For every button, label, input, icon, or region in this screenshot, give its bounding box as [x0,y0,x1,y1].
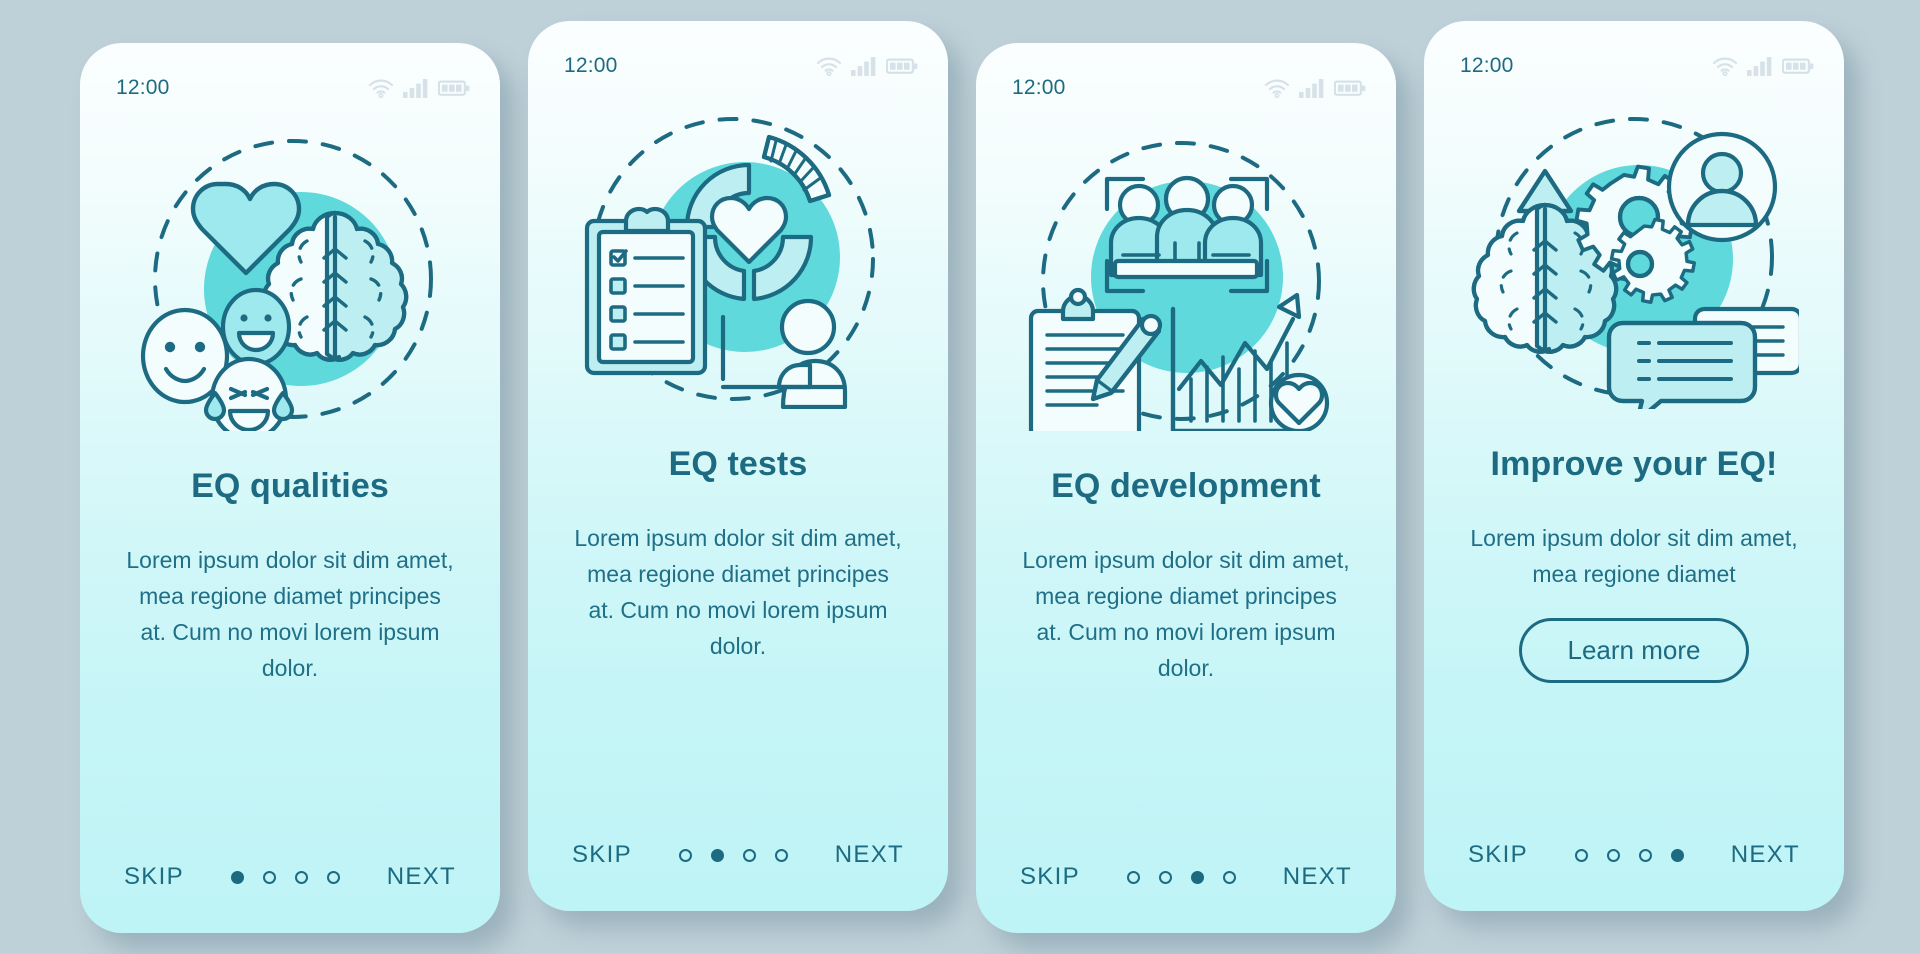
signal-icon [851,57,876,76]
screen-title: EQ development [1051,467,1321,505]
brain-gears-chat-icon [1471,117,1799,409]
illustration-area [976,111,1396,441]
status-icons [816,56,918,76]
screen-description: Lorem ipsum dolor sit dim amet, mea regi… [1022,547,1350,681]
bottom-navigation: SKIP NEXT [1424,799,1844,911]
status-time: 12:00 [1460,54,1514,77]
status-time: 12:00 [116,76,170,99]
pagination-dot-4[interactable] [774,848,788,862]
status-icons [1712,56,1814,76]
wifi-icon [1264,79,1290,98]
signal-icon [1747,57,1772,76]
illustration-area [528,89,948,419]
pagination-dots [1126,870,1236,884]
status-icons [1264,78,1366,98]
screen-content: EQ qualities Lorem ipsum dolor sit dim a… [80,441,500,821]
screen-description: Lorem ipsum dolor sit dim amet, mea regi… [574,525,902,659]
status-bar: 12:00 [528,21,948,85]
next-button[interactable]: NEXT [1283,863,1352,891]
next-button[interactable]: NEXT [835,841,904,869]
screen-content: EQ development Lorem ipsum dolor sit dim… [976,441,1396,821]
wifi-icon [368,79,394,98]
pagination-dot-1[interactable] [1574,848,1588,862]
signal-icon [403,79,428,98]
pagination-dot-1[interactable] [678,848,692,862]
team-clipboard-growth-icon [1028,141,1330,431]
pagination-dot-3[interactable] [742,848,756,862]
phone-screen-eq-tests: 12:00 EQ tests Lorem ipsum dolor sit dim… [528,21,948,911]
pagination-dot-2[interactable] [1606,848,1620,862]
pagination-dot-3[interactable] [1638,848,1652,862]
screen-content: Improve your EQ! Lorem ipsum dolor sit d… [1424,419,1844,799]
battery-icon [886,58,918,74]
pagination-dot-1-active[interactable] [230,870,244,884]
battery-icon [1334,80,1366,96]
pagination-dots [230,870,340,884]
screen-title: EQ tests [668,445,808,483]
battery-icon [1782,58,1814,74]
battery-icon [438,80,470,96]
pagination-dot-3[interactable] [294,870,308,884]
pagination-dot-2[interactable] [1158,870,1172,884]
heart-brain-emoji-icon [140,139,433,431]
status-bar: 12:00 [80,43,500,107]
status-time: 12:00 [564,54,618,77]
skip-button[interactable]: SKIP [124,863,184,891]
screen-description: Lorem ipsum dolor sit dim amet, mea regi… [126,547,454,681]
onboarding-screens-row: 12:00 EQ qualities Lorem ipsum dolor sit… [76,21,1844,933]
skip-button[interactable]: SKIP [1020,863,1080,891]
pagination-dot-2[interactable] [262,870,276,884]
pagination-dots [1574,848,1684,862]
status-bar: 12:00 [976,43,1396,107]
pagination-dot-4-active[interactable] [1670,848,1684,862]
phone-screen-eq-qualities: 12:00 EQ qualities Lorem ipsum dolor sit… [80,43,500,933]
wifi-icon [816,57,842,76]
clipboard-chart-person-icon [584,117,875,409]
screen-title: Improve your EQ! [1490,445,1778,483]
bottom-navigation: SKIP NEXT [80,821,500,933]
learn-more-button[interactable]: Learn more [1518,618,1750,683]
status-icons [368,78,470,98]
phone-screen-improve-your-eq: 12:00 Improve your EQ! Lorem ipsum dolor… [1424,21,1844,911]
illustration-area [1424,89,1844,419]
pagination-dot-4[interactable] [1222,870,1236,884]
pagination-dot-1[interactable] [1126,870,1140,884]
bottom-navigation: SKIP NEXT [528,799,948,911]
status-time: 12:00 [1012,76,1066,99]
signal-icon [1299,79,1324,98]
next-button[interactable]: NEXT [387,863,456,891]
bottom-navigation: SKIP NEXT [976,821,1396,933]
pagination-dot-4[interactable] [326,870,340,884]
status-bar: 12:00 [1424,21,1844,85]
skip-button[interactable]: SKIP [572,841,632,869]
pagination-dots [678,848,788,862]
illustration-area [80,111,500,441]
screen-content: EQ tests Lorem ipsum dolor sit dim amet,… [528,419,948,799]
skip-button[interactable]: SKIP [1468,841,1528,869]
pagination-dot-2-active[interactable] [710,848,724,862]
pagination-dot-3-active[interactable] [1190,870,1204,884]
wifi-icon [1712,57,1738,76]
phone-screen-eq-development: 12:00 EQ development Lorem ipsum dolor s… [976,43,1396,933]
screen-title: EQ qualities [191,467,389,505]
screen-description: Lorem ipsum dolor sit dim amet, mea regi… [1470,525,1798,587]
next-button[interactable]: NEXT [1731,841,1800,869]
